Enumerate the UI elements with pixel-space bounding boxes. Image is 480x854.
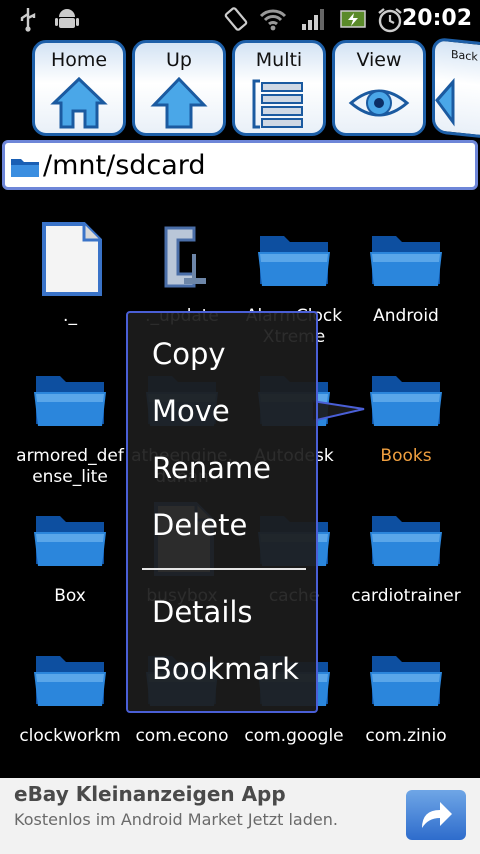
ad-subtitle: Kostenlos im Android Market Jetzt laden. (14, 810, 338, 829)
file-item[interactable]: ._ (14, 210, 126, 350)
signal-strength-icon (302, 9, 324, 30)
folder-icon (30, 638, 110, 718)
item-name: armored_defense_lite (16, 446, 124, 487)
battery-charging-icon (340, 10, 366, 28)
home-button-label: Home (50, 49, 108, 71)
alarm-clock-icon (378, 8, 402, 33)
home-icon (50, 76, 108, 129)
menu-item-details[interactable]: Details (152, 595, 253, 629)
up-arrow-icon (150, 76, 208, 129)
folder-item[interactable]: armored_defense_lite (14, 350, 126, 490)
item-name: clockworkm (19, 726, 121, 746)
item-name: com.google (244, 726, 344, 746)
folder-icon (30, 498, 110, 578)
menu-item-rename[interactable]: Rename (152, 451, 271, 485)
view-button[interactable]: View (332, 40, 426, 136)
view-button-label: View (356, 49, 402, 71)
android-debug-icon (55, 9, 79, 28)
status-bar: 20:02 (0, 0, 480, 38)
folder-item[interactable]: Box (14, 490, 126, 630)
context-menu-pointer (312, 399, 365, 423)
multi-select-button[interactable]: Multi (232, 40, 326, 136)
ad-banner[interactable]: eBay Kleinanzeigen App Kostenlos im Andr… (0, 778, 480, 854)
status-clock: 20:02 (401, 6, 472, 31)
usb-icon (20, 8, 36, 32)
screen-rotation-icon (224, 7, 248, 31)
menu-item-bookmark[interactable]: Bookmark (152, 652, 299, 686)
wifi-icon (259, 9, 287, 31)
folder-icon (11, 159, 39, 177)
path-bar[interactable]: /mnt/sdcard (2, 140, 478, 190)
folder-icon (366, 638, 446, 718)
menu-item-move[interactable]: Move (152, 394, 230, 428)
folder-item[interactable]: clockworkm (14, 630, 126, 770)
multi-select-icon (252, 79, 303, 129)
item-name: cardiotrainer (351, 586, 461, 606)
eye-icon (348, 89, 410, 117)
share-arrow-icon (422, 802, 452, 828)
file-icon (30, 218, 110, 298)
item-name: Books (380, 446, 432, 466)
folder-icon (30, 358, 110, 438)
item-name: com.econo (135, 726, 229, 746)
item-name: Box (54, 586, 86, 606)
context-menu: Copy Move Rename Delete Details Bookmark (126, 311, 318, 713)
clamp-icon (142, 218, 222, 298)
back-button-label: Back (451, 47, 478, 64)
back-arrow-icon (435, 77, 455, 127)
multi-button-label: Multi (255, 49, 303, 71)
up-button[interactable]: Up (132, 40, 226, 136)
item-name: Android (373, 306, 439, 326)
folder-item[interactable]: Android (350, 210, 462, 350)
item-name: com.zinio (365, 726, 447, 746)
back-button[interactable]: Back (432, 36, 480, 140)
menu-item-delete[interactable]: Delete (152, 508, 247, 542)
folder-item[interactable]: com.zinio (350, 630, 462, 770)
folder-icon (366, 358, 446, 438)
menu-item-copy[interactable]: Copy (152, 337, 226, 371)
item-name: ._ (63, 306, 77, 326)
folder-icon (366, 498, 446, 578)
folder-icon (254, 218, 334, 298)
folder-item[interactable]: cardiotrainer (350, 490, 462, 630)
ad-title: eBay Kleinanzeigen App (14, 782, 286, 806)
menu-divider (142, 568, 306, 570)
folder-icon (366, 218, 446, 298)
toolbar: Home Up Multi View Back (0, 36, 480, 140)
home-button[interactable]: Home (32, 40, 126, 136)
up-button-label: Up (166, 49, 192, 71)
ad-open-button[interactable] (406, 790, 466, 840)
current-path: /mnt/sdcard (43, 150, 206, 181)
